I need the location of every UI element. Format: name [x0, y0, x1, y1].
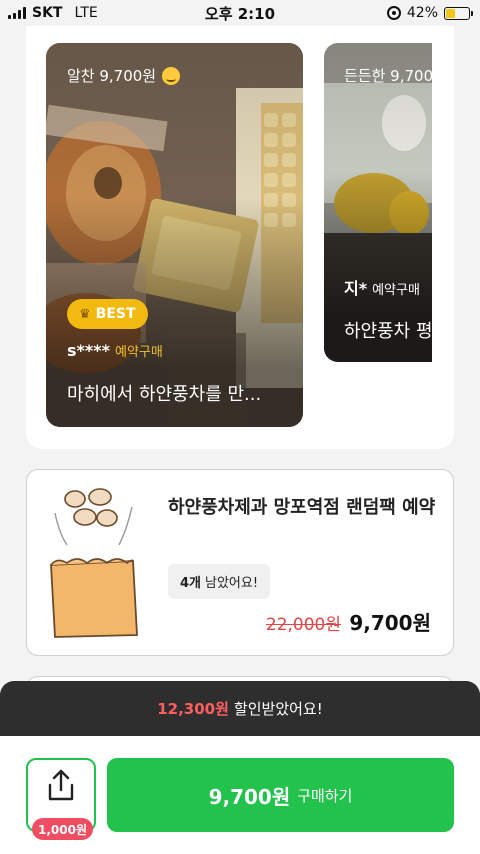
reviewer-name: s**** 예약구매	[67, 341, 163, 360]
discount-amount: 12,300원	[157, 700, 229, 718]
battery-icon	[444, 6, 473, 20]
sale-price: 9,700원	[349, 611, 431, 635]
share-button[interactable]: 1,000원	[26, 758, 96, 840]
rotation-lock-icon	[386, 6, 401, 20]
status-bar: SKT LTE 오후 2:10 42%	[0, 0, 480, 26]
purchase-sheet: 12,300원 할인받았어요! 1,000원 9,700원 구매하기	[0, 681, 480, 854]
discount-text: 할인받았어요!	[233, 700, 323, 718]
action-bar: 1,000원 9,700원 구매하기	[0, 736, 480, 854]
review-card[interactable]: 알찬 9,700원 ♛ BEST s**** 예약구매 마히에서 하얀풍차를 만.…	[46, 43, 303, 427]
purchase-tag: 예약구매	[115, 345, 163, 360]
purchase-tag: 예약구매	[372, 283, 420, 298]
review-card[interactable]: 든든한 9,700 지* 예약구매 하얀풍차 평	[324, 43, 432, 362]
stock-badge: 4개 남았어요!	[168, 564, 271, 599]
smile-emoji-icon	[162, 66, 181, 85]
reviewer-name: 지* 예약구매	[344, 279, 420, 298]
review-carousel[interactable]: 알찬 9,700원 ♛ BEST s**** 예약구매 마히에서 하얀풍차를 만.…	[46, 43, 432, 427]
review-panel: 알찬 9,700원 ♛ BEST s**** 예약구매 마히에서 하얀풍차를 만.…	[26, 26, 454, 449]
original-price: 22,000원	[265, 615, 341, 635]
product-card[interactable]: 하얀풍차제과 망포역점 랜덤팩 예약 4개 남았어요! 22,000원 9,700…	[26, 469, 454, 656]
review-title: 마히에서 하얀풍차를 만...	[67, 384, 262, 405]
best-badge: ♛ BEST	[67, 299, 148, 329]
buy-price: 9,700원	[208, 784, 291, 809]
battery-percent: 42%	[406, 5, 438, 21]
crown-icon: ♛	[79, 306, 91, 322]
discount-banner: 12,300원 할인받았어요!	[0, 681, 480, 736]
review-price: 든든한 9,700	[344, 67, 432, 85]
review-title: 하얀풍차 평	[344, 321, 432, 342]
product-title: 하얀풍차제과 망포역점 랜덤팩 예약	[168, 497, 436, 518]
buy-label: 구매하기	[297, 786, 353, 805]
review-price: 알찬 9,700원	[67, 65, 181, 86]
bread-bag-illustration	[50, 488, 138, 638]
share-reward-badge: 1,000원	[32, 818, 93, 840]
buy-button[interactable]: 9,700원 구매하기	[107, 758, 454, 832]
share-icon	[48, 769, 74, 801]
